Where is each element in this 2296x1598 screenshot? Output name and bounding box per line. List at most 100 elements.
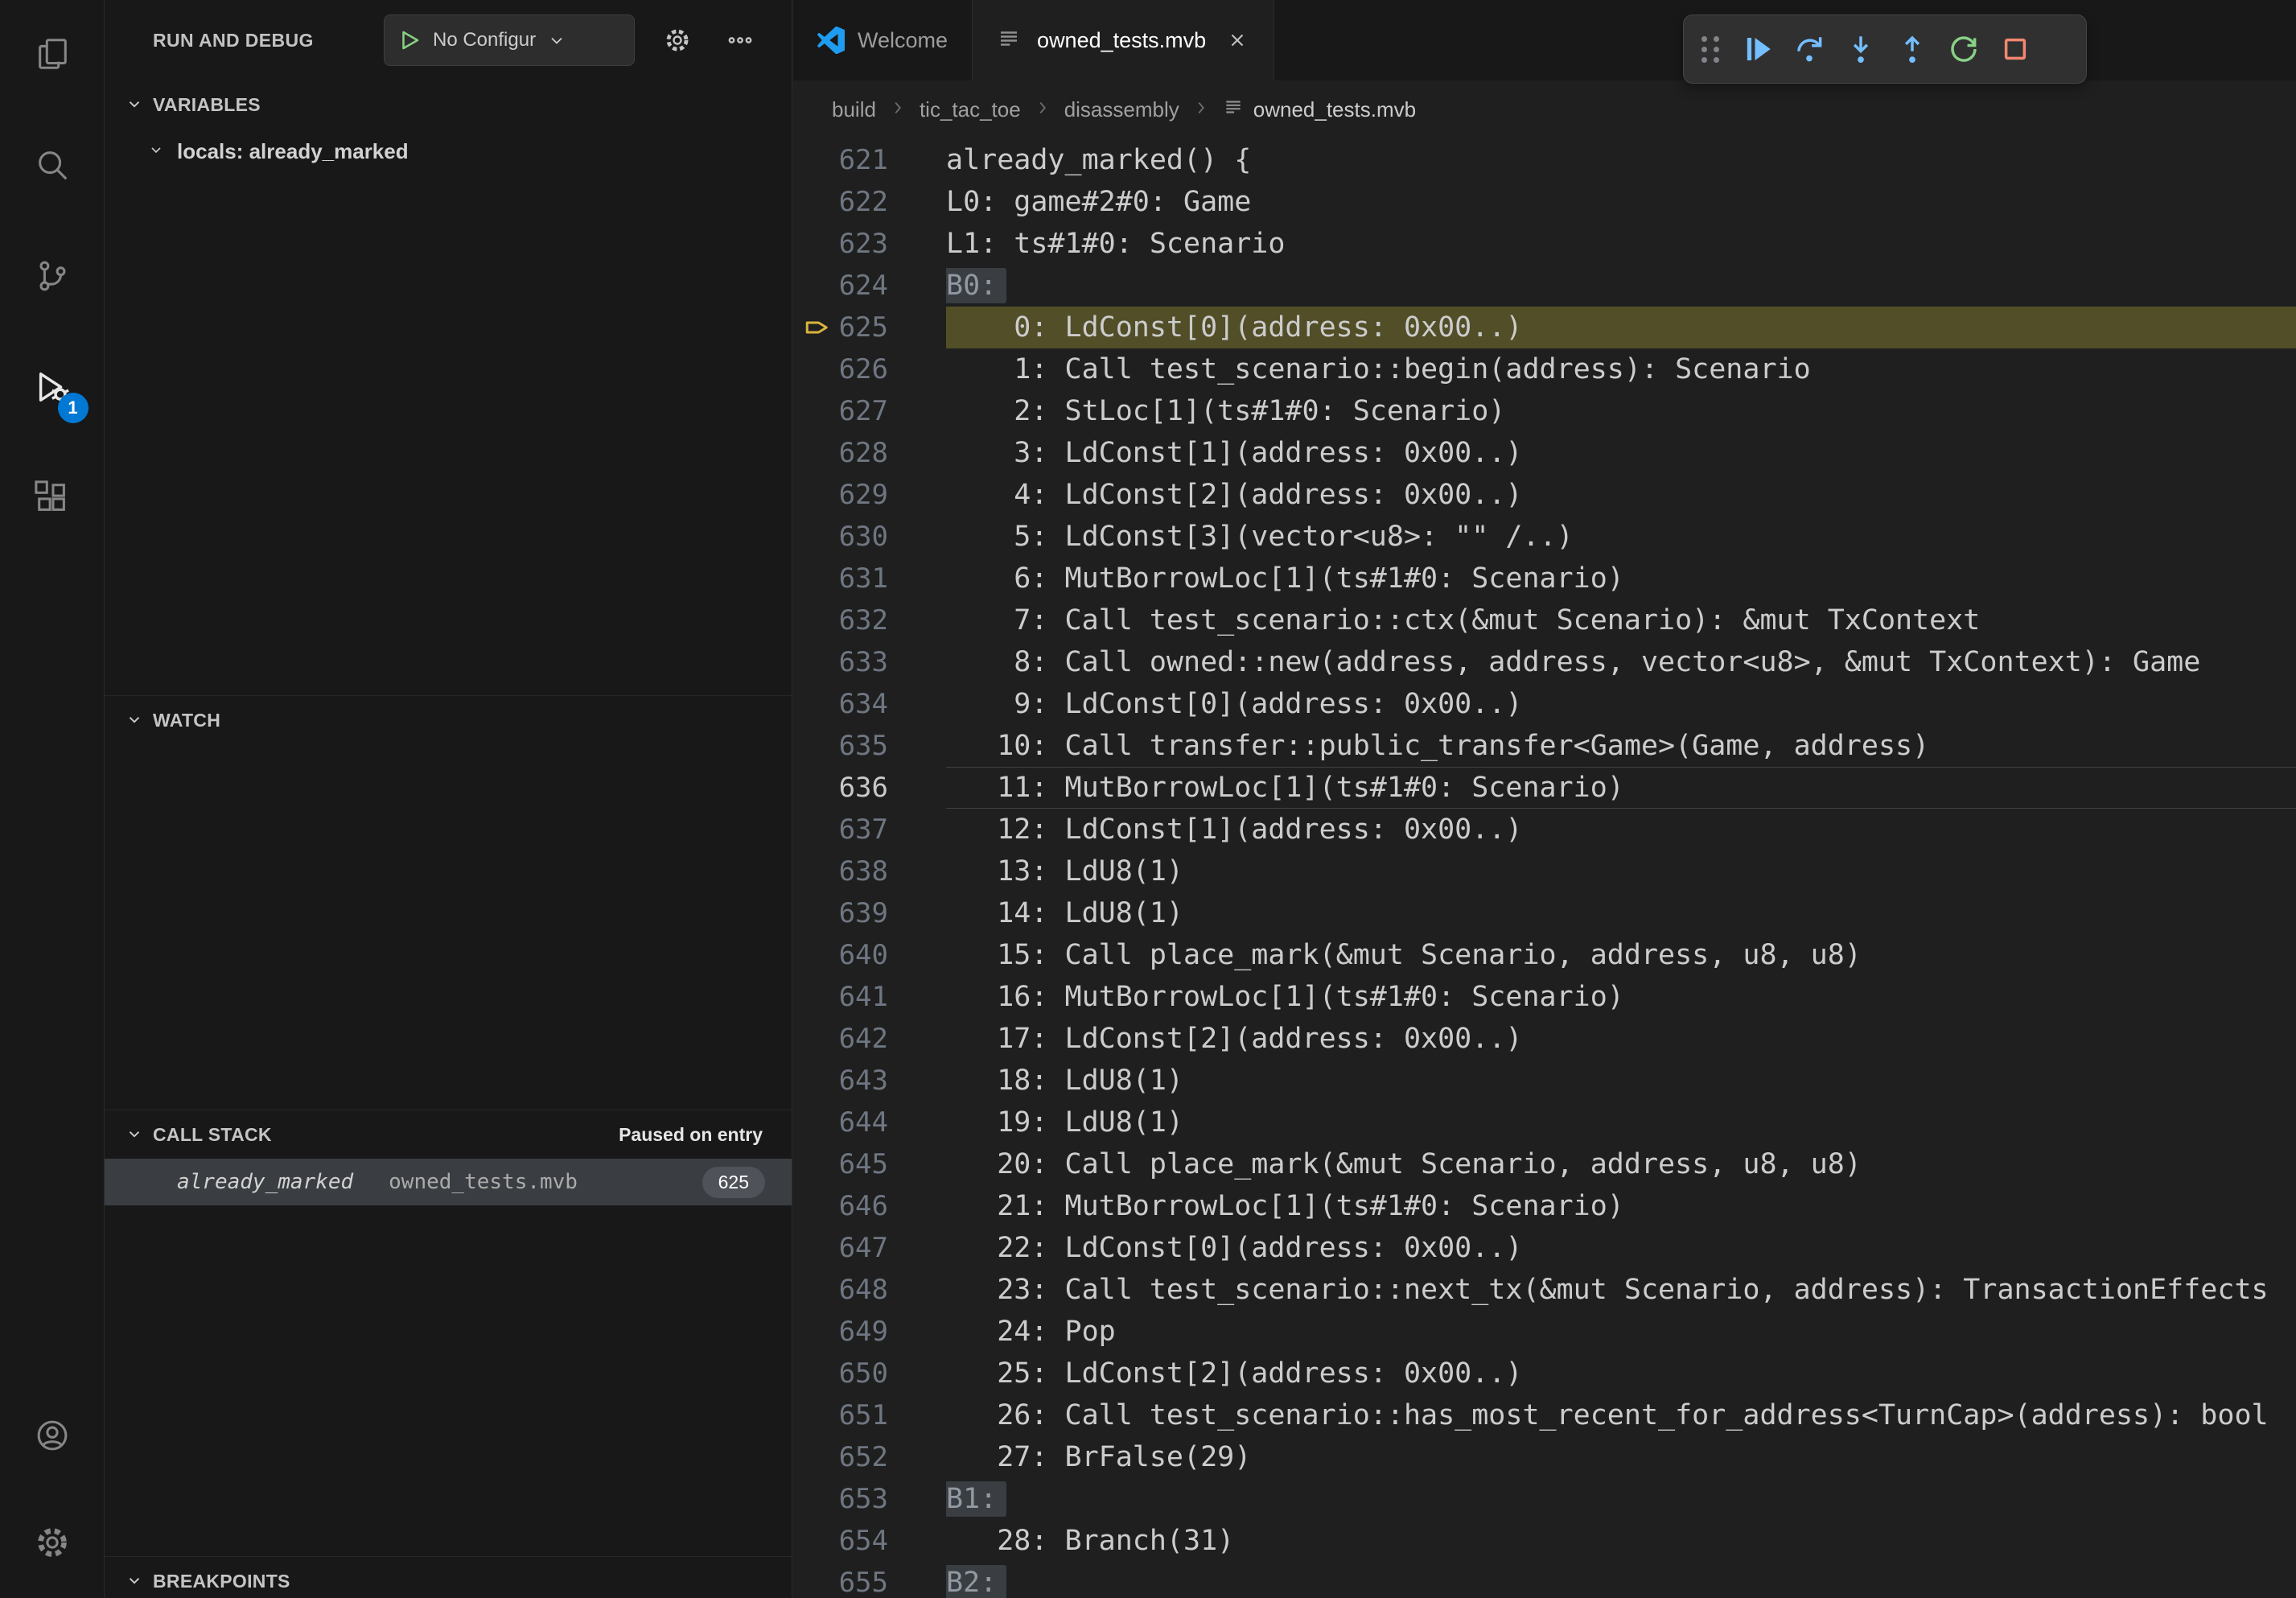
code-line-text[interactable]: 18: LdU8(1) xyxy=(946,1060,2296,1102)
call-stack-section-header[interactable]: CALL STACK Paused on entry xyxy=(105,1110,792,1159)
gutter-line-649[interactable]: 649 xyxy=(793,1311,946,1353)
code-line-text[interactable]: 0: LdConst[0](address: 0x00..) xyxy=(946,307,2296,348)
gutter-line-633[interactable]: 633 xyxy=(793,641,946,683)
code-line-627[interactable]: 627 2: StLoc[1](ts#1#0: Scenario) xyxy=(793,390,2296,432)
continue-button[interactable] xyxy=(1732,23,1784,76)
code-line-text[interactable]: 11: MutBorrowLoc[1](ts#1#0: Scenario) xyxy=(946,767,2296,809)
code-line-640[interactable]: 640 15: Call place_mark(&mut Scenario, a… xyxy=(793,934,2296,976)
code-line-text[interactable]: 25: LdConst[2](address: 0x00..) xyxy=(946,1353,2296,1394)
code-line-text[interactable]: 5: LdConst[3](vector<u8>: "" /..) xyxy=(946,516,2296,558)
gutter-line-644[interactable]: 644 xyxy=(793,1102,946,1143)
gutter-line-651[interactable]: 651 xyxy=(793,1394,946,1436)
code-line-text[interactable]: 14: LdU8(1) xyxy=(946,892,2296,934)
breadcrumb-item-disassembly[interactable]: disassembly xyxy=(1064,97,1179,122)
code-line-text[interactable]: 7: Call test_scenario::ctx(&mut Scenario… xyxy=(946,599,2296,641)
code-line-text[interactable]: 12: LdConst[1](address: 0x00..) xyxy=(946,809,2296,850)
gutter-line-628[interactable]: 628 xyxy=(793,432,946,474)
activity-item-settings[interactable] xyxy=(0,1491,105,1598)
gutter-line-638[interactable]: 638 xyxy=(793,850,946,892)
gutter-line-655[interactable]: 655 xyxy=(793,1562,946,1598)
code-line-text[interactable]: 21: MutBorrowLoc[1](ts#1#0: Scenario) xyxy=(946,1185,2296,1227)
code-line-text[interactable]: 23: Call test_scenario::next_tx(&mut Sce… xyxy=(946,1269,2296,1311)
code-line-text[interactable]: 6: MutBorrowLoc[1](ts#1#0: Scenario) xyxy=(946,558,2296,599)
toolbar-gripper-icon[interactable] xyxy=(1701,36,1719,63)
gutter-line-630[interactable]: 630 xyxy=(793,516,946,558)
code-line-text[interactable]: 27: BrFalse(29) xyxy=(946,1436,2296,1478)
code-line-text[interactable]: 24: Pop xyxy=(946,1311,2296,1353)
code-line-654[interactable]: 654 28: Branch(31) xyxy=(793,1520,2296,1562)
code-line-629[interactable]: 629 4: LdConst[2](address: 0x00..) xyxy=(793,474,2296,516)
code-line-653[interactable]: 653B1: xyxy=(793,1478,2296,1520)
more-actions-icon[interactable] xyxy=(721,21,759,60)
code-line-text[interactable]: 22: LdConst[0](address: 0x00..) xyxy=(946,1227,2296,1269)
code-line-652[interactable]: 652 27: BrFalse(29) xyxy=(793,1436,2296,1478)
code-line-text[interactable]: 2: StLoc[1](ts#1#0: Scenario) xyxy=(946,390,2296,432)
code-line-641[interactable]: 641 16: MutBorrowLoc[1](ts#1#0: Scenario… xyxy=(793,976,2296,1018)
code-line-649[interactable]: 649 24: Pop xyxy=(793,1311,2296,1353)
gutter-line-625[interactable]: 625 xyxy=(793,307,946,348)
gutter-line-632[interactable]: 632 xyxy=(793,599,946,641)
code-line-645[interactable]: 645 20: Call place_mark(&mut Scenario, a… xyxy=(793,1143,2296,1185)
gutter-line-642[interactable]: 642 xyxy=(793,1018,946,1060)
step-over-button[interactable] xyxy=(1784,23,1835,76)
code-line-646[interactable]: 646 21: MutBorrowLoc[1](ts#1#0: Scenario… xyxy=(793,1185,2296,1227)
code-line-text[interactable]: 26: Call test_scenario::has_most_recent_… xyxy=(946,1394,2296,1436)
gutter-line-634[interactable]: 634 xyxy=(793,683,946,725)
code-line-631[interactable]: 631 6: MutBorrowLoc[1](ts#1#0: Scenario) xyxy=(793,558,2296,599)
gutter-line-641[interactable]: 641 xyxy=(793,976,946,1018)
breadcrumb-item-tic-tac-toe[interactable]: tic_tac_toe xyxy=(920,97,1021,122)
tab-welcome[interactable]: Welcome xyxy=(793,0,973,80)
activity-item-account[interactable] xyxy=(0,1384,105,1491)
code-line-624[interactable]: 624B0: xyxy=(793,265,2296,307)
code-line-text[interactable]: 1: Call test_scenario::begin(address): S… xyxy=(946,348,2296,390)
stack-frame-row[interactable]: already_marked owned_tests.mvb 625 xyxy=(105,1159,792,1205)
code-line-650[interactable]: 650 25: LdConst[2](address: 0x00..) xyxy=(793,1353,2296,1394)
code-line-642[interactable]: 642 17: LdConst[2](address: 0x00..) xyxy=(793,1018,2296,1060)
code-line-text[interactable]: 10: Call transfer::public_transfer<Game>… xyxy=(946,725,2296,767)
gutter-line-629[interactable]: 629 xyxy=(793,474,946,516)
code-line-text[interactable]: 20: Call place_mark(&mut Scenario, addre… xyxy=(946,1143,2296,1185)
gutter-line-623[interactable]: 623 xyxy=(793,223,946,265)
watch-section-header[interactable]: WATCH xyxy=(105,696,792,744)
gutter-line-627[interactable]: 627 xyxy=(793,390,946,432)
code-line-643[interactable]: 643 18: LdU8(1) xyxy=(793,1060,2296,1102)
code-line-text[interactable]: L0: game#2#0: Game xyxy=(946,181,2296,223)
gutter-line-647[interactable]: 647 xyxy=(793,1227,946,1269)
code-line-623[interactable]: 623L1: ts#1#0: Scenario xyxy=(793,223,2296,265)
start-debug-icon[interactable] xyxy=(397,28,422,52)
code-line-text[interactable]: B2: xyxy=(946,1562,2296,1598)
debug-settings-gear-icon[interactable] xyxy=(658,21,697,60)
code-line-633[interactable]: 633 8: Call owned::new(address, address,… xyxy=(793,641,2296,683)
code-line-text[interactable]: 28: Branch(31) xyxy=(946,1520,2296,1562)
gutter-line-636[interactable]: 636 xyxy=(793,767,946,809)
activity-item-source-control[interactable] xyxy=(0,222,105,333)
code-line-637[interactable]: 637 12: LdConst[1](address: 0x00..) xyxy=(793,809,2296,850)
launch-config-dropdown[interactable]: No Configur xyxy=(384,14,635,66)
gutter-line-621[interactable]: 621 xyxy=(793,139,946,181)
code-line-630[interactable]: 630 5: LdConst[3](vector<u8>: "" /..) xyxy=(793,516,2296,558)
gutter-line-640[interactable]: 640 xyxy=(793,934,946,976)
activity-item-explorer[interactable] xyxy=(0,0,105,111)
code-line-651[interactable]: 651 26: Call test_scenario::has_most_rec… xyxy=(793,1394,2296,1436)
activity-item-search[interactable] xyxy=(0,111,105,222)
code-line-636[interactable]: 636 11: MutBorrowLoc[1](ts#1#0: Scenario… xyxy=(793,767,2296,809)
code-line-628[interactable]: 628 3: LdConst[1](address: 0x00..) xyxy=(793,432,2296,474)
code-line-text[interactable]: B1: xyxy=(946,1478,2296,1520)
code-line-639[interactable]: 639 14: LdU8(1) xyxy=(793,892,2296,934)
gutter-line-646[interactable]: 646 xyxy=(793,1185,946,1227)
gutter-line-631[interactable]: 631 xyxy=(793,558,946,599)
code-line-622[interactable]: 622L0: game#2#0: Game xyxy=(793,181,2296,223)
code-line-635[interactable]: 635 10: Call transfer::public_transfer<G… xyxy=(793,725,2296,767)
gutter-line-654[interactable]: 654 xyxy=(793,1520,946,1562)
code-line-text[interactable]: 9: LdConst[0](address: 0x00..) xyxy=(946,683,2296,725)
code-line-647[interactable]: 647 22: LdConst[0](address: 0x00..) xyxy=(793,1227,2296,1269)
code-line-625[interactable]: 625 0: LdConst[0](address: 0x00..) xyxy=(793,307,2296,348)
stop-button[interactable] xyxy=(1989,23,2041,76)
code-line-655[interactable]: 655B2: xyxy=(793,1562,2296,1598)
activity-item-extensions[interactable] xyxy=(0,444,105,555)
code-line-text[interactable]: B0: xyxy=(946,265,2296,307)
activity-item-run-debug[interactable]: 1 xyxy=(0,333,105,444)
gutter-line-624[interactable]: 624 xyxy=(793,265,946,307)
code-line-text[interactable]: 3: LdConst[1](address: 0x00..) xyxy=(946,432,2296,474)
code-line-text[interactable]: 13: LdU8(1) xyxy=(946,850,2296,892)
